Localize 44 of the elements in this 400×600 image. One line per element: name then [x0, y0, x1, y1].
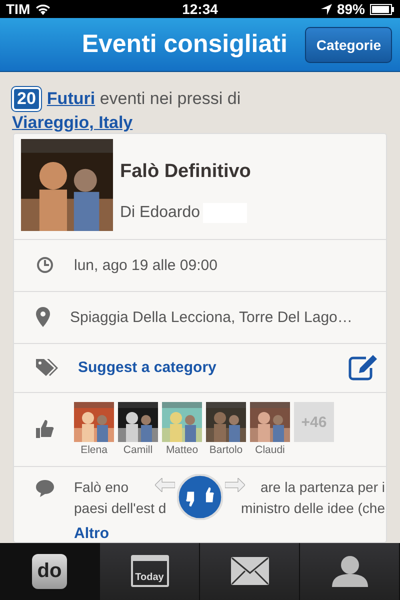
right-arrow-icon	[225, 478, 245, 492]
liker-name: Elena	[80, 444, 108, 456]
profile-icon	[332, 555, 368, 588]
description-text: Falò eno	[74, 478, 128, 497]
edit-icon[interactable]	[348, 354, 378, 381]
wifi-icon	[35, 3, 52, 16]
location-link[interactable]: Viareggio, Italy	[12, 112, 133, 132]
event-place: Spiaggia Della Lecciona, Torre Del Lago…	[70, 308, 354, 326]
event-count: 20	[12, 86, 41, 111]
carrier-name: TIM	[6, 1, 30, 18]
tab-bar-item[interactable]	[300, 542, 400, 600]
thumbs-up-icon	[36, 420, 54, 438]
tab-bar-item[interactable]: do	[0, 542, 100, 600]
event-date: lun, ago 19 alle 09:00	[74, 256, 218, 274]
location-arrow-icon	[320, 4, 332, 15]
clock-icon	[36, 256, 54, 274]
event-author: Di Edoardo	[120, 204, 200, 222]
location-pin-icon	[36, 307, 50, 328]
liker-name: Claudi	[255, 444, 285, 456]
battery-percent: 89%	[336, 1, 365, 18]
app-logo: do	[32, 554, 67, 589]
categories-button[interactable]: Categorie	[305, 26, 392, 63]
battery-icon	[370, 4, 394, 15]
thumbs-vote-button[interactable]	[177, 474, 223, 520]
suggest-category-link[interactable]: Suggest a category	[78, 359, 328, 376]
comment-icon	[36, 478, 54, 497]
left-arrow-icon	[155, 478, 175, 492]
mail-icon	[230, 557, 268, 586]
liker-name: Bartolo	[209, 444, 243, 456]
tab-bar-item[interactable]: Today	[100, 542, 200, 600]
summary-text: eventi nei pressi di	[100, 88, 241, 108]
description-text: are la partenza per i	[260, 478, 385, 497]
more-link[interactable]: Altro	[74, 524, 385, 542]
filter-link[interactable]: Futuri	[46, 88, 96, 108]
description-text: paesi dell'est d	[74, 498, 166, 518]
screen-title: Eventi consigliati	[82, 30, 288, 60]
tab-bar-item[interactable]	[200, 542, 300, 600]
calendar-icon: Today	[130, 555, 168, 588]
description-text: ministro delle idee (che	[241, 498, 385, 518]
clock-time: 12:34	[182, 1, 218, 18]
event-title: Falò Definitivo	[120, 160, 251, 183]
liker-name: Matteo	[166, 444, 198, 456]
liker-name: Camill	[123, 444, 153, 456]
tags-icon	[36, 358, 58, 377]
